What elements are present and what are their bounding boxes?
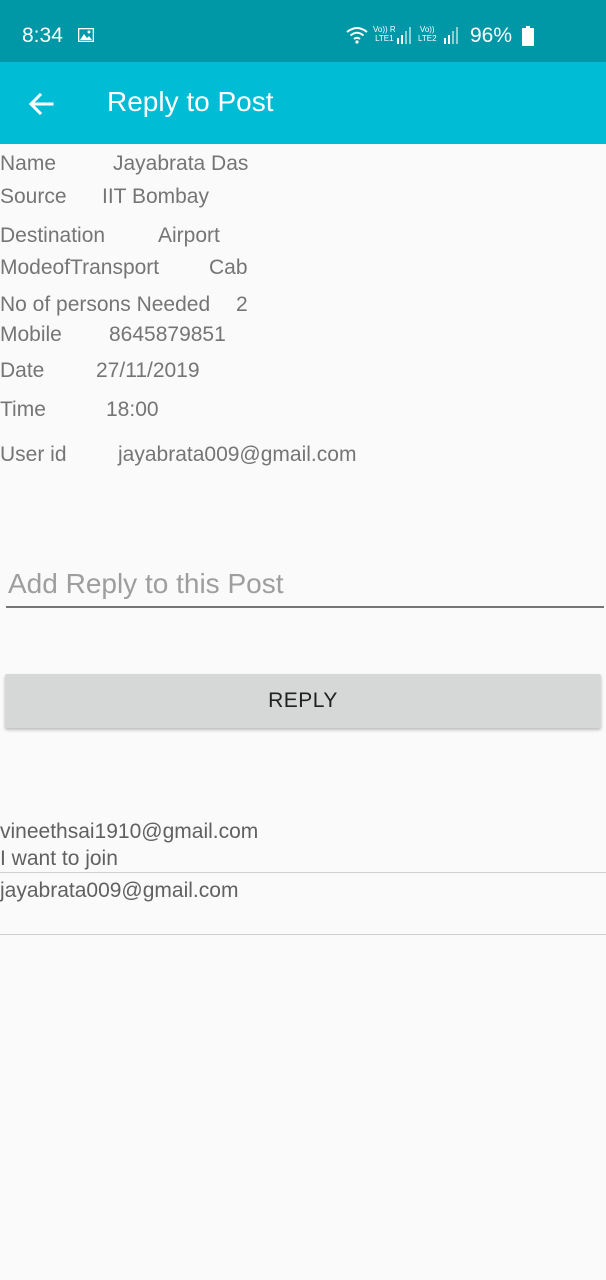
replies-list: vineethsai1910@gmail.com I want to join … [0,818,606,935]
status-time: 8:34 [22,24,63,47]
date-label: Date [0,359,45,382]
userid-label: User id [0,443,67,466]
battery-icon [522,26,534,46]
list-item[interactable]: jayabrata009@gmail.com [0,873,606,935]
mode-label: ModeofTransport [0,256,160,279]
list-item[interactable]: vineethsai1910@gmail.com I want to join [0,818,606,873]
mobile-label: Mobile [0,323,62,346]
app-bar: Reply to Post [0,62,606,144]
status-bar: 8:34 Vo)) R LTE1 Vo)) LTE2 96% [0,0,606,62]
reply-message: I want to join [0,847,118,870]
destination-label: Destination [0,224,106,247]
gallery-notification-icon [78,28,94,42]
signal-2-icon [444,27,458,44]
wifi-icon [346,27,368,44]
name-value: Jayabrata Das [113,152,249,175]
time-value: 18:00 [106,398,159,421]
reply-input[interactable] [6,562,604,608]
reply-button[interactable]: REPLY [5,674,601,728]
reply-user: jayabrata009@gmail.com [0,879,239,902]
mode-value: Cab [209,256,248,279]
persons-label: No of persons Needed [0,293,211,316]
back-arrow-icon[interactable] [22,84,62,124]
date-value: 27/11/2019 [96,359,200,382]
mobile-value: 8645879851 [109,323,226,346]
name-label: Name [0,152,57,175]
destination-value: Airport [158,224,220,247]
lte2-indicator: Vo)) LTE2 [418,25,437,43]
page-title: Reply to Post [107,86,274,117]
userid-value: jayabrata009@gmail.com [118,443,357,466]
reply-user: vineethsai1910@gmail.com [0,820,259,843]
source-label: Source [0,185,67,208]
persons-value: 2 [236,293,248,316]
signal-1-icon [397,27,411,44]
lte1-indicator: Vo)) R LTE1 [373,25,396,43]
battery-percent: 96% [470,24,513,47]
source-value: IIT Bombay [102,185,209,208]
time-label: Time [0,398,46,421]
